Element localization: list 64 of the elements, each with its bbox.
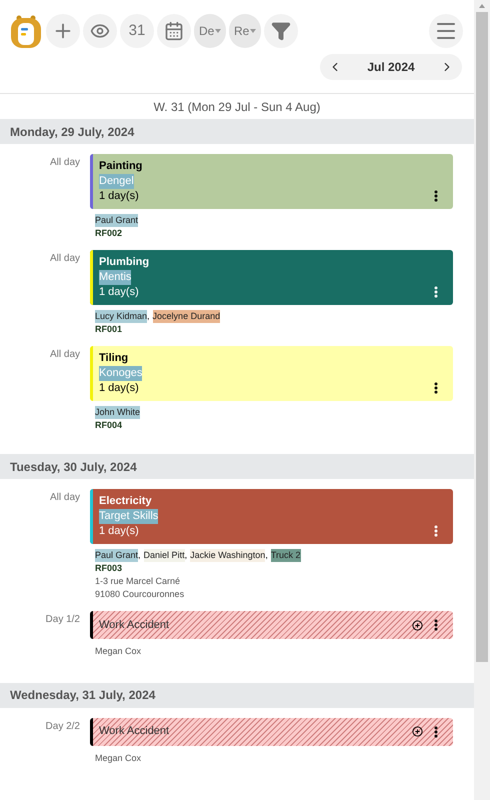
event-duration: 1 day(s) (99, 285, 139, 300)
filter-dropdown[interactable]: Re (229, 14, 261, 48)
week-label: W. 31 (Mon 29 Jul - Sun 4 Aug) (154, 98, 320, 116)
client-name: Mentis (99, 270, 132, 285)
filter-button[interactable] (264, 14, 298, 48)
reference-code: RF003 (95, 562, 122, 575)
reference-code: RF004 (95, 419, 122, 432)
absence-title: Work Accident (99, 618, 170, 633)
filter-icon (271, 21, 291, 41)
separator: , (184, 549, 188, 562)
reference-code: RF002 (95, 227, 122, 240)
calendar-button[interactable] (157, 14, 191, 48)
event-title: Tiling (99, 351, 128, 366)
event-time: Day 1/2 (44, 613, 81, 627)
resource-name: John White (95, 406, 140, 419)
resource-name: Paul Grant (95, 549, 138, 562)
event-title: Electricity (99, 494, 152, 509)
today-button[interactable]: 31 (120, 14, 154, 48)
event-duration: 1 day(s) (99, 189, 139, 204)
day-header: Tuesday, 30 July, 2024 (0, 454, 474, 479)
client-name: Target Skills (99, 509, 158, 524)
event-time: Day 2/2 (44, 720, 81, 734)
event-duration: 1 day(s) (99, 381, 139, 396)
add-icon[interactable] (412, 726, 423, 737)
absence-title: Work Accident (99, 724, 170, 740)
event-title: Plumbing (99, 255, 150, 270)
event-card[interactable]: Electricity Target Skills 1 day(s) (90, 489, 453, 544)
filter-dropdown[interactable]: De (194, 14, 226, 48)
event-time: All day (48, 348, 81, 362)
resource-name: Lucy Kidman (95, 310, 148, 323)
event-duration: 1 day(s) (99, 524, 139, 539)
address-line: 91080 Courcouronnes (95, 588, 184, 601)
day-header: Wednesday, 31 July, 2024 (0, 682, 474, 708)
person-name: Megan Cox (94, 752, 142, 765)
resource-name: Jackie Washington (190, 549, 266, 562)
day-header: Monday, 29 July, 2024 (0, 119, 474, 144)
event-card[interactable]: Plumbing Mentis 1 day(s) (90, 250, 453, 305)
month-label: Jul 2024 (366, 59, 416, 76)
resource-name: Daniel Pitt (144, 549, 185, 562)
resource-name: Paul Grant (95, 214, 138, 227)
event-card[interactable]: Tiling Konoges 1 day(s) (90, 346, 453, 401)
event-card[interactable]: Painting Dengel 1 day(s) (90, 154, 453, 209)
absence-card[interactable]: Work Accident (90, 718, 453, 746)
scrollbar[interactable] (474, 0, 490, 800)
add-button[interactable] (46, 14, 80, 48)
view-button[interactable] (83, 14, 117, 48)
menu-button[interactable] (429, 14, 463, 48)
resource-name: Truck 2 (270, 549, 300, 562)
separator: , (147, 310, 151, 323)
person-name: Megan Cox (94, 645, 142, 658)
add-icon[interactable] (412, 620, 423, 630)
app-logo[interactable] (9, 14, 43, 48)
separator: , (138, 549, 142, 562)
event-time: All day (48, 252, 81, 266)
absence-card[interactable]: Work Accident (90, 611, 453, 639)
address-line: 1-3 rue Marcel Carné (95, 575, 180, 588)
event-time: All day (48, 491, 81, 505)
calendar-icon (164, 21, 184, 41)
reference-code: RF001 (95, 323, 122, 336)
event-title: Painting (99, 159, 142, 174)
separator: , (265, 549, 269, 562)
client-name: Konoges (99, 366, 142, 381)
client-name: Dengel (99, 174, 134, 189)
event-time: All day (48, 156, 81, 170)
